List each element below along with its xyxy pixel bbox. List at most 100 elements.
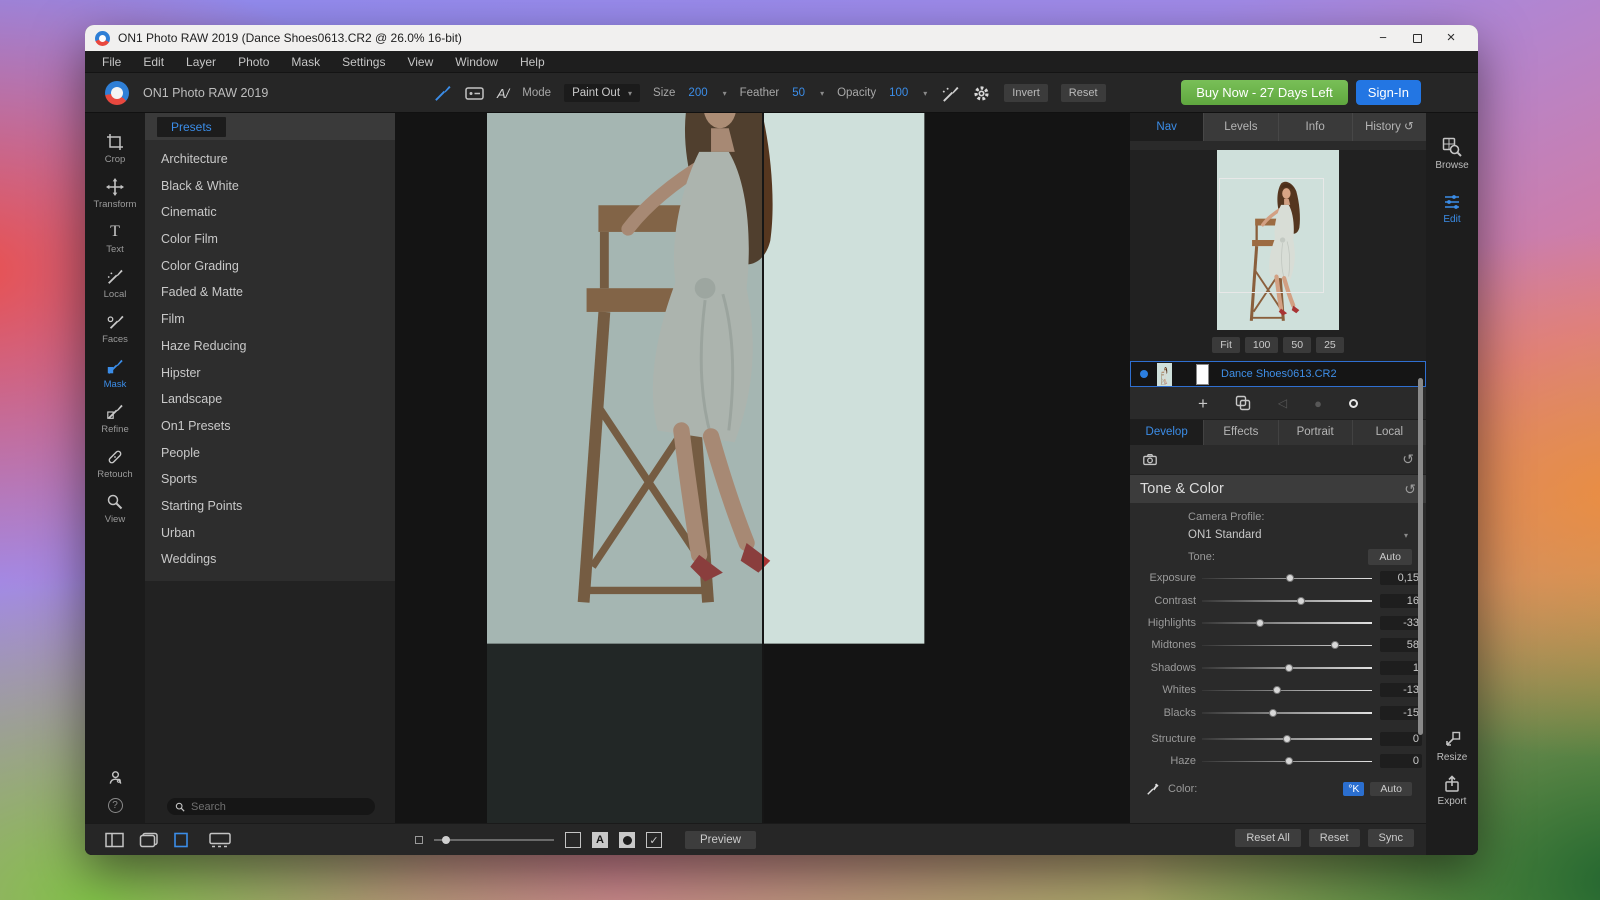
- camera-profile-dropdown[interactable]: ON1 Standard ▾: [1130, 525, 1426, 545]
- canvas-zoom-slider[interactable]: [434, 835, 554, 845]
- whites-slider[interactable]: [1202, 685, 1372, 695]
- opacity-value[interactable]: 100: [889, 87, 908, 99]
- slider-handle[interactable]: [1285, 664, 1293, 672]
- contrast-value[interactable]: 16: [1380, 594, 1422, 608]
- paint-brush-icon[interactable]: [433, 84, 452, 103]
- perfect-brush-icon[interactable]: [940, 84, 959, 103]
- sync-button[interactable]: Sync: [1368, 829, 1414, 847]
- minimize-button[interactable]: −: [1366, 25, 1400, 51]
- exposure-slider[interactable]: [1202, 573, 1372, 583]
- tool-transform[interactable]: Transform: [85, 178, 145, 223]
- slider-handle[interactable]: [1286, 574, 1294, 582]
- eyedropper-icon[interactable]: [1146, 782, 1160, 796]
- preset-category-starting-points[interactable]: Starting Points: [145, 493, 395, 520]
- zoom-fit-button[interactable]: Fit: [1212, 337, 1240, 353]
- structure-value[interactable]: 0: [1380, 732, 1422, 746]
- preset-category-faded-matte[interactable]: Faded & Matte: [145, 279, 395, 306]
- preset-category-urban[interactable]: Urban: [145, 520, 395, 547]
- tab-portrait[interactable]: Portrait: [1279, 420, 1353, 445]
- menu-mask[interactable]: Mask: [280, 51, 331, 73]
- whites-value[interactable]: -13: [1380, 683, 1422, 697]
- color-auto-button[interactable]: Auto: [1370, 782, 1412, 796]
- menu-edit[interactable]: Edit: [132, 51, 175, 73]
- tool-view[interactable]: View: [85, 493, 145, 538]
- preset-category-people[interactable]: People: [145, 440, 395, 467]
- slider-handle[interactable]: [1297, 597, 1305, 605]
- preset-category-color-grading[interactable]: Color Grading: [145, 253, 395, 280]
- tool-faces[interactable]: Faces: [85, 313, 145, 358]
- slider-handle[interactable]: [1285, 757, 1293, 765]
- tool-local[interactable]: Local: [85, 268, 145, 313]
- preset-category-architecture[interactable]: Architecture: [145, 146, 395, 173]
- preset-category-hipster[interactable]: Hipster: [145, 360, 395, 387]
- reset-develop-icon[interactable]: ↺: [1402, 451, 1414, 468]
- slider-handle[interactable]: [1283, 735, 1291, 743]
- menu-help[interactable]: Help: [509, 51, 556, 73]
- zoom-slider-handle[interactable]: [442, 836, 450, 844]
- split-view-icon[interactable]: [105, 832, 124, 848]
- compare-view-button[interactable]: A: [592, 832, 608, 848]
- dock-browse[interactable]: Browse: [1426, 137, 1478, 171]
- duplicate-layer-icon[interactable]: [1235, 395, 1251, 411]
- reset-all-button[interactable]: Reset All: [1235, 829, 1300, 847]
- menu-file[interactable]: File: [91, 51, 132, 73]
- shadows-value[interactable]: 1: [1380, 661, 1422, 675]
- preset-category-color-film[interactable]: Color Film: [145, 226, 395, 253]
- buy-now-button[interactable]: Buy Now - 27 Days Left: [1181, 80, 1348, 105]
- invert-button[interactable]: Invert: [1004, 84, 1048, 102]
- before-after-divider[interactable]: [762, 113, 764, 823]
- preset-category-black-white[interactable]: Black & White: [145, 173, 395, 200]
- tool-text[interactable]: T Text: [85, 223, 145, 268]
- tab-history[interactable]: History ↺: [1353, 113, 1426, 141]
- zoom-25-button[interactable]: 25: [1316, 337, 1344, 353]
- highlights-value[interactable]: -33: [1380, 616, 1422, 630]
- haze-slider[interactable]: [1202, 756, 1372, 766]
- close-button[interactable]: ×: [1434, 25, 1468, 51]
- left-panel-toggle-icon[interactable]: [174, 832, 194, 848]
- zoom-100-button[interactable]: 100: [1245, 337, 1279, 353]
- haze-value[interactable]: 0: [1380, 754, 1422, 768]
- preset-category-cinematic[interactable]: Cinematic: [145, 199, 395, 226]
- gear-icon[interactable]: [972, 84, 991, 103]
- menu-settings[interactable]: Settings: [331, 51, 396, 73]
- camera-icon[interactable]: [1142, 452, 1158, 468]
- midtones-slider[interactable]: [1202, 640, 1372, 650]
- tab-info[interactable]: Info: [1279, 113, 1353, 141]
- layer-visibility-dot[interactable]: [1140, 370, 1148, 378]
- zoom-out-icon[interactable]: [415, 836, 423, 844]
- preset-category-landscape[interactable]: Landscape: [145, 386, 395, 413]
- ai-mask-icon[interactable]: A/: [497, 86, 509, 101]
- preset-category-weddings[interactable]: Weddings: [145, 546, 395, 573]
- panel-scrollbar[interactable]: [1418, 378, 1423, 735]
- tab-local-panel[interactable]: Local: [1353, 420, 1426, 445]
- navigator-thumbnail[interactable]: [1217, 150, 1339, 330]
- kelvin-button[interactable]: °K: [1343, 782, 1364, 796]
- menu-view[interactable]: View: [396, 51, 444, 73]
- reset-mask-button[interactable]: Reset: [1061, 84, 1106, 102]
- search-input[interactable]: [191, 801, 351, 813]
- help-icon[interactable]: ?: [108, 798, 123, 813]
- highlights-slider[interactable]: [1202, 618, 1372, 628]
- slider-handle[interactable]: [1331, 641, 1339, 649]
- menu-photo[interactable]: Photo: [227, 51, 280, 73]
- structure-slider[interactable]: [1202, 734, 1372, 744]
- tab-levels[interactable]: Levels: [1204, 113, 1278, 141]
- account-icon[interactable]: [107, 769, 124, 786]
- menu-layer[interactable]: Layer: [175, 51, 227, 73]
- size-value[interactable]: 200: [688, 87, 707, 99]
- slider-handle[interactable]: [1256, 619, 1264, 627]
- dock-resize[interactable]: Resize: [1426, 731, 1478, 763]
- tool-mask[interactable]: Mask: [85, 358, 145, 403]
- tone-color-header[interactable]: Tone & Color ↺: [1130, 475, 1426, 503]
- preview-button[interactable]: Preview: [685, 831, 756, 849]
- tool-crop[interactable]: Crop: [85, 133, 145, 178]
- navigator-view-rectangle[interactable]: [1219, 178, 1324, 293]
- reset-button[interactable]: Reset: [1309, 829, 1360, 847]
- exposure-value[interactable]: 0,15: [1380, 571, 1422, 585]
- filmstrip-toggle-icon[interactable]: [209, 832, 231, 848]
- layer-row[interactable]: Dance Shoes0613.CR2: [1130, 361, 1426, 387]
- tab-effects[interactable]: Effects: [1204, 420, 1278, 445]
- dock-export[interactable]: Export: [1426, 775, 1478, 807]
- maximize-button[interactable]: [1400, 25, 1434, 51]
- slider-handle[interactable]: [1269, 709, 1277, 717]
